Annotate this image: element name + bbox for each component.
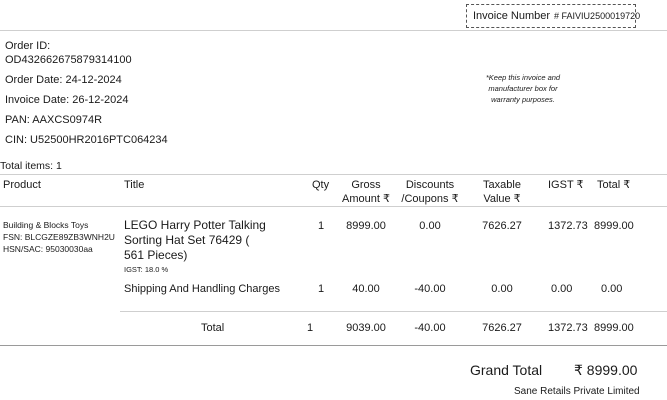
pan-number: PAN: AAXCS0974R (5, 114, 103, 126)
col-header-gross-line2: Amount ₹ (342, 193, 390, 205)
totals-qty: 1 (307, 322, 314, 334)
col-header-product: Product (3, 179, 41, 191)
product-hsn: HSN/SAC: 95030030aa (3, 244, 93, 254)
item-title-line3: 561 Pieces) (124, 248, 188, 262)
col-header-taxable-line2: Value ₹ (483, 193, 521, 205)
order-id-value: OD432662675879314100 (5, 54, 132, 66)
header-top-rule (0, 174, 667, 175)
shipping-gross: 40.00 (352, 283, 380, 295)
item-taxable: 7626.27 (482, 220, 522, 232)
grand-total-value: ₹ 8999.00 (574, 362, 638, 378)
total-items: Total items: 1 (0, 160, 62, 172)
totals-taxable: 7626.27 (482, 322, 522, 334)
col-header-title: Title (124, 179, 145, 191)
shipping-igst: 0.00 (551, 283, 573, 295)
item-discount: 0.00 (419, 220, 441, 232)
grand-total-label: Grand Total (470, 362, 543, 378)
col-header-gross-line1: Gross (351, 179, 381, 191)
product-info: Building & Blocks Toys FSN: BLCGZE89ZB3W… (3, 219, 115, 255)
cin-number: CIN: U52500HR2016PTC064234 (5, 134, 168, 146)
warranty-note-line: manufacturer box for (488, 84, 558, 93)
col-header-discounts: Discounts /Coupons ₹ (398, 178, 462, 206)
warranty-note: *Keep this invoice and manufacturer box … (468, 72, 578, 105)
invoice-date: Invoice Date: 26-12-2024 (5, 94, 129, 106)
item-total: 8999.00 (594, 220, 634, 232)
item-title: LEGO Harry Potter Talking Sorting Hat Se… (124, 218, 266, 276)
header-bottom-rule (0, 206, 667, 207)
col-header-discounts-line2: /Coupons ₹ (401, 193, 459, 205)
invoice-number-box: Invoice Number # FAIVIU2500019720 (466, 4, 640, 28)
warranty-note-line: *Keep this invoice and (485, 73, 561, 82)
invoice-number-label: Invoice Number (473, 10, 551, 22)
col-header-discounts-line1: Discounts (405, 179, 455, 191)
totals-gross: 9039.00 (346, 322, 386, 334)
col-header-gross: Gross Amount ₹ (336, 178, 396, 206)
order-date: Order Date: 24-12-2024 (5, 74, 122, 86)
totals-discount: -40.00 (414, 322, 446, 334)
product-fsn: FSN: BLCGZE89ZB3WNH2U (3, 232, 115, 242)
seller-name: Sane Retails Private Limited (514, 386, 640, 397)
shipping-qty: 1 (318, 283, 325, 295)
totals-top-rule (120, 311, 667, 312)
col-header-taxable: Taxable Value ₹ (472, 178, 532, 206)
totals-label: Total (201, 322, 225, 334)
col-header-taxable-line1: Taxable (483, 179, 521, 191)
shipping-taxable: 0.00 (491, 283, 513, 295)
col-header-igst: IGST ₹ (548, 179, 584, 191)
top-divider (0, 30, 667, 31)
shipping-title: Shipping And Handling Charges (124, 283, 280, 295)
item-title-line1: LEGO Harry Potter Talking (124, 218, 266, 232)
col-header-qty: Qty (312, 179, 330, 191)
col-header-total: Total ₹ (597, 179, 631, 191)
invoice-number-value: # FAIVIU2500019720 (554, 11, 641, 21)
item-gross: 8999.00 (346, 220, 386, 232)
warranty-note-line: warranty purposes. (491, 95, 555, 104)
item-igst: 1372.73 (548, 220, 588, 232)
product-category: Building & Blocks Toys (3, 220, 89, 230)
shipping-discount: -40.00 (414, 283, 446, 295)
item-title-line2: Sorting Hat Set 76429 ( (124, 233, 250, 247)
item-qty: 1 (318, 220, 325, 232)
shipping-total: 0.00 (601, 283, 623, 295)
totals-igst: 1372.73 (548, 322, 588, 334)
totals-bottom-rule (0, 345, 667, 346)
item-igst-rate: IGST: 18.0 % (124, 265, 169, 274)
totals-total: 8999.00 (594, 322, 634, 334)
order-id-label: Order ID: (5, 40, 51, 52)
